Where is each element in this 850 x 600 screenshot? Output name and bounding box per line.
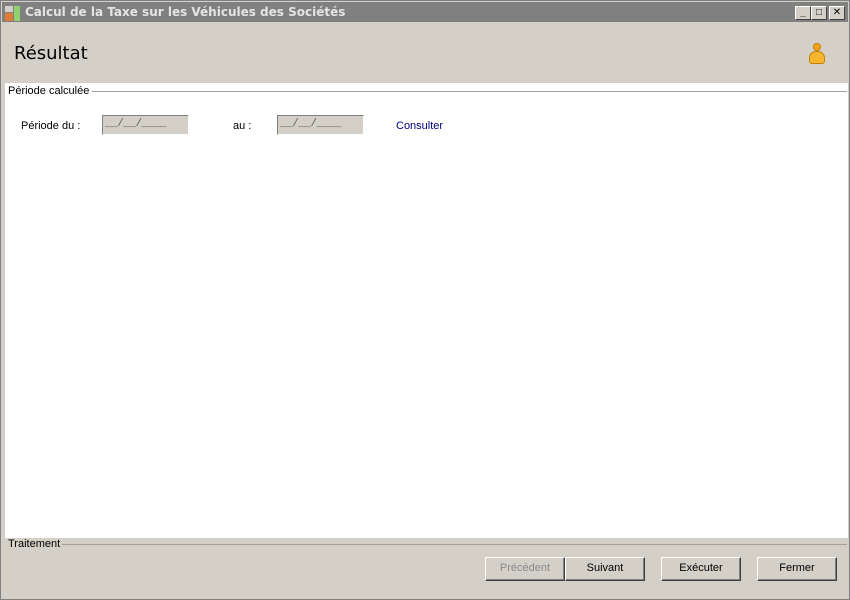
maximize-button[interactable]: □ — [811, 6, 827, 20]
close-window-button[interactable]: ✕ — [829, 6, 845, 20]
close-button[interactable]: Fermer — [757, 557, 837, 581]
app-icon — [5, 6, 21, 21]
main-window: Calcul de la Taxe sur les Véhicules des … — [0, 0, 850, 600]
footer-divider — [61, 544, 847, 545]
periode-to-label: au : — [233, 120, 252, 132]
previous-button[interactable]: Précédent — [485, 557, 565, 581]
page-header: Résultat — [2, 23, 848, 83]
consulter-link[interactable]: Consulter — [396, 120, 443, 132]
next-button[interactable]: Suivant — [565, 557, 645, 581]
page-title: Résultat — [14, 43, 88, 64]
execute-button[interactable]: Exécuter — [661, 557, 741, 581]
title-bar[interactable]: Calcul de la Taxe sur les Véhicules des … — [2, 2, 848, 22]
periode-from-field[interactable]: __/__/____ — [102, 115, 189, 135]
window-title: Calcul de la Taxe sur les Véhicules des … — [25, 5, 346, 19]
user-icon — [808, 43, 826, 65]
group-divider — [90, 91, 847, 92]
periode-panel: Période calculée Période du : __/__/____… — [5, 83, 848, 538]
periode-from-label: Période du : — [21, 120, 81, 132]
traitement-group-label: Traitement — [8, 538, 63, 550]
minimize-button[interactable]: _ — [795, 6, 811, 20]
periode-group-label: Période calculée — [8, 85, 93, 97]
periode-to-field[interactable]: __/__/____ — [277, 115, 364, 135]
